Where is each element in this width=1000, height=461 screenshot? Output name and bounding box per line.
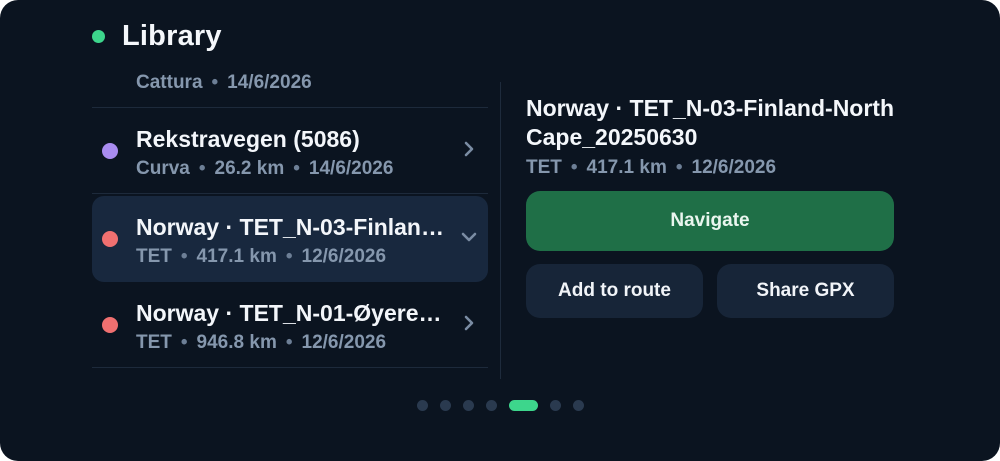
- list-item[interactable]: Cattura • 14/6/2026: [92, 62, 488, 108]
- share-gpx-button[interactable]: Share GPX: [717, 264, 894, 318]
- track-date: 14/6/2026: [308, 158, 394, 179]
- status-dot: [92, 29, 105, 43]
- track-name: Norway · TET_N-03-Finland-North Cape_202…: [136, 214, 446, 240]
- track-source: TET: [136, 246, 172, 267]
- library-panel: Library Cattura • 14/6/2026 Rekstravegen (…: [0, 0, 1000, 461]
- library-header: Library: [92, 16, 222, 56]
- meta-separator: •: [180, 246, 188, 267]
- chevron-down-icon[interactable]: [458, 226, 480, 248]
- track-source: Curva: [136, 158, 190, 179]
- list-item-selected[interactable]: Norway · TET_N-03-Finland-North Cape_202…: [92, 196, 488, 282]
- column-divider: [500, 82, 501, 379]
- meta-separator: •: [180, 332, 188, 353]
- navigate-button[interactable]: Navigate: [526, 191, 894, 251]
- track-detail: Norway · TET_N-03-Finland-North Cape_202…: [526, 94, 896, 179]
- meta-separator: •: [570, 157, 578, 178]
- track-color-dot: [102, 317, 118, 333]
- page-dot-active[interactable]: [508, 400, 538, 411]
- detail-title: Norway · TET_N-03-Finland-North Cape_202…: [526, 95, 895, 150]
- track-date: 12/6/2026: [301, 246, 387, 267]
- track-name: Rekstravegen (5086): [136, 126, 360, 152]
- track-date: 12/6/2026: [301, 332, 387, 353]
- detail-source: TET: [526, 157, 562, 178]
- track-list[interactable]: Cattura • 14/6/2026 Rekstravegen (5086) Cu…: [92, 62, 488, 368]
- page-dot[interactable]: [549, 400, 561, 411]
- chevron-right-icon[interactable]: [458, 312, 480, 334]
- meta-separator: •: [198, 158, 206, 179]
- page-indicator: [0, 400, 1000, 411]
- meta-separator: •: [285, 332, 293, 353]
- add-to-route-button[interactable]: Add to route: [526, 264, 703, 318]
- track-source: TET: [136, 332, 172, 353]
- page-dot[interactable]: [416, 400, 428, 411]
- track-color-dot: [102, 143, 118, 159]
- track-date: 14/6/2026: [227, 72, 312, 93]
- chevron-right-icon[interactable]: [458, 138, 480, 160]
- meta-separator: •: [211, 72, 219, 93]
- list-item[interactable]: Rekstravegen (5086) Curva • 26.2 km • 14/6/2…: [92, 108, 488, 194]
- track-name: Norway · TET_N-01-Øyeren-Gudbrandsdalen: [136, 300, 446, 326]
- page-dot[interactable]: [439, 400, 451, 411]
- page-dot[interactable]: [485, 400, 497, 411]
- meta-separator: •: [293, 158, 300, 179]
- track-distance: 417.1 km: [196, 246, 277, 267]
- detail-date: 12/6/2026: [691, 157, 777, 178]
- page-dot[interactable]: [572, 400, 584, 411]
- track-meta: TET • 417.1 km • 12/6/2026: [136, 246, 386, 268]
- track-distance: 946.8 km: [196, 332, 277, 353]
- meta-separator: •: [285, 246, 293, 267]
- track-distance: 26.2 km: [214, 158, 285, 179]
- page-title: Library: [122, 19, 222, 52]
- meta-separator: •: [675, 157, 683, 178]
- page-dot[interactable]: [462, 400, 474, 411]
- track-color-dot: [102, 231, 118, 247]
- detail-distance: 417.1 km: [586, 157, 667, 178]
- track-meta: TET • 946.8 km • 12/6/2026: [136, 332, 386, 354]
- detail-meta: TET • 417.1 km • 12/6/2026: [526, 157, 896, 179]
- list-item[interactable]: Norway · TET_N-01-Øyeren-Gudbrandsdalen …: [92, 282, 488, 368]
- track-meta: Cattura • 14/6/2026: [136, 72, 312, 94]
- track-source: Cattura: [136, 72, 203, 93]
- track-meta: Curva • 26.2 km • 14/6/2026: [136, 158, 393, 180]
